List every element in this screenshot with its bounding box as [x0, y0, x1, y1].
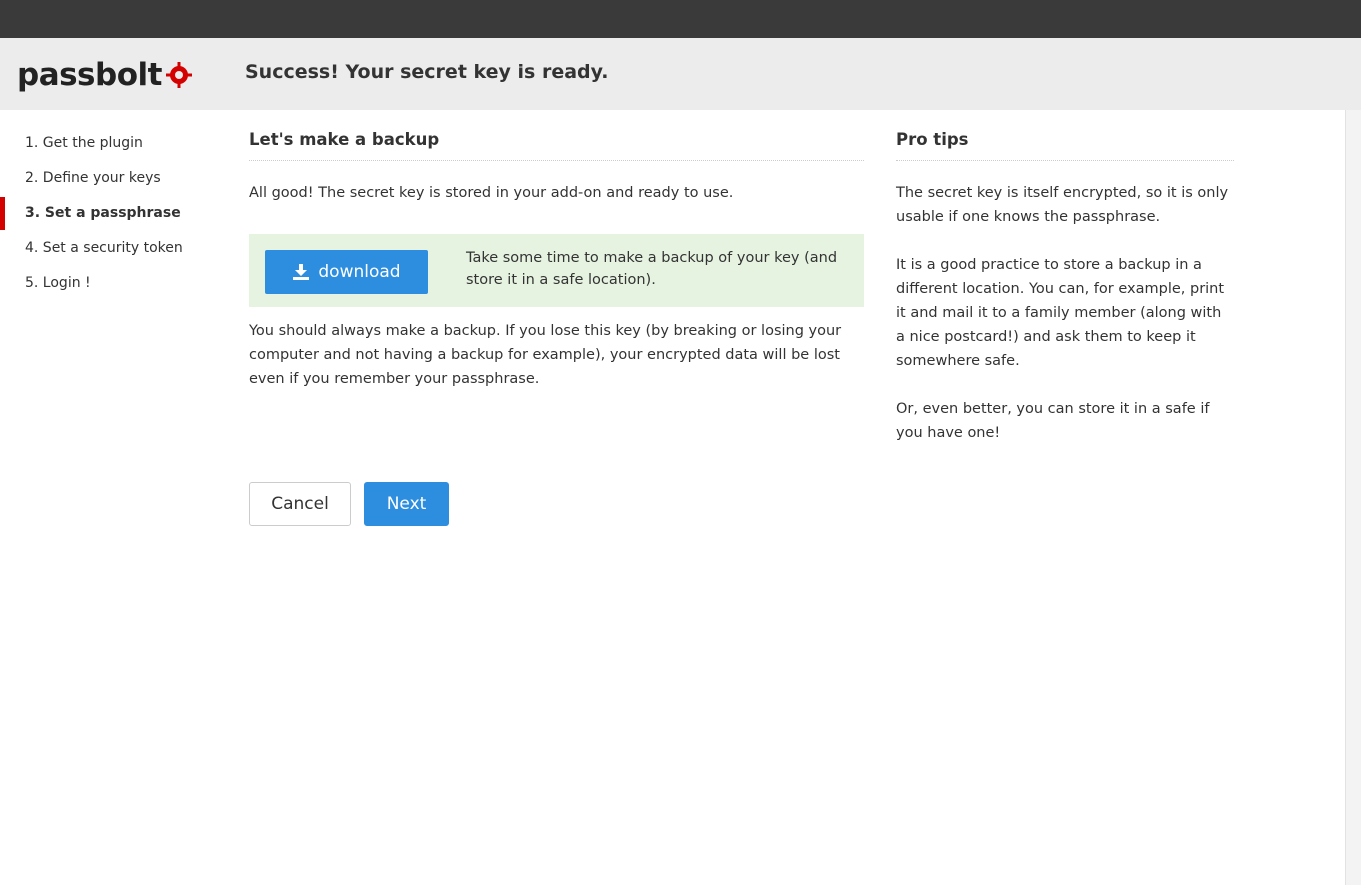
- main-content: Let's make a backup All good! The secret…: [249, 126, 864, 387]
- download-icon: [293, 264, 310, 280]
- passbolt-logo[interactable]: passbolt: [17, 58, 194, 92]
- scrollbar[interactable]: [1345, 110, 1361, 885]
- intro-text: All good! The secret key is stored in yo…: [249, 185, 734, 201]
- logo-text: passbolt: [17, 57, 162, 93]
- tip-item: Or, even better, you can store it in a s…: [896, 401, 1210, 441]
- step-login: 5. Login !: [25, 275, 91, 291]
- setup-steps: 1. Get the plugin 2. Define your keys 3.…: [0, 126, 230, 301]
- tips-title: Pro tips: [896, 126, 1234, 161]
- download-label: download: [318, 262, 401, 282]
- tip-item: The secret key is itself encrypted, so i…: [896, 185, 1229, 225]
- form-actions: Cancel Next: [249, 482, 449, 526]
- backup-box: download Take some time to make a backup…: [249, 234, 864, 307]
- step-get-plugin: 1. Get the plugin: [25, 135, 143, 151]
- section-title: Let's make a backup: [249, 126, 864, 161]
- download-button[interactable]: download: [265, 250, 428, 294]
- cancel-button[interactable]: Cancel: [249, 482, 351, 526]
- next-button[interactable]: Next: [364, 482, 449, 526]
- browser-top-bar: [0, 0, 1361, 38]
- backup-warning: You should always make a backup. If you …: [249, 323, 842, 387]
- step-set-passphrase: 3. Set a passphrase: [0, 196, 230, 231]
- tip-item: It is a good practice to store a backup …: [896, 257, 1225, 369]
- step-define-keys: 2. Define your keys: [25, 170, 161, 186]
- pro-tips: Pro tips The secret key is itself encryp…: [896, 126, 1234, 445]
- logo-mark-icon: [165, 62, 192, 88]
- header: [0, 38, 1361, 110]
- step-security-token: 4. Set a security token: [25, 240, 183, 256]
- backup-hint: Take some time to make a backup of your …: [466, 250, 838, 288]
- page-title: Success! Your secret key is ready.: [245, 61, 609, 83]
